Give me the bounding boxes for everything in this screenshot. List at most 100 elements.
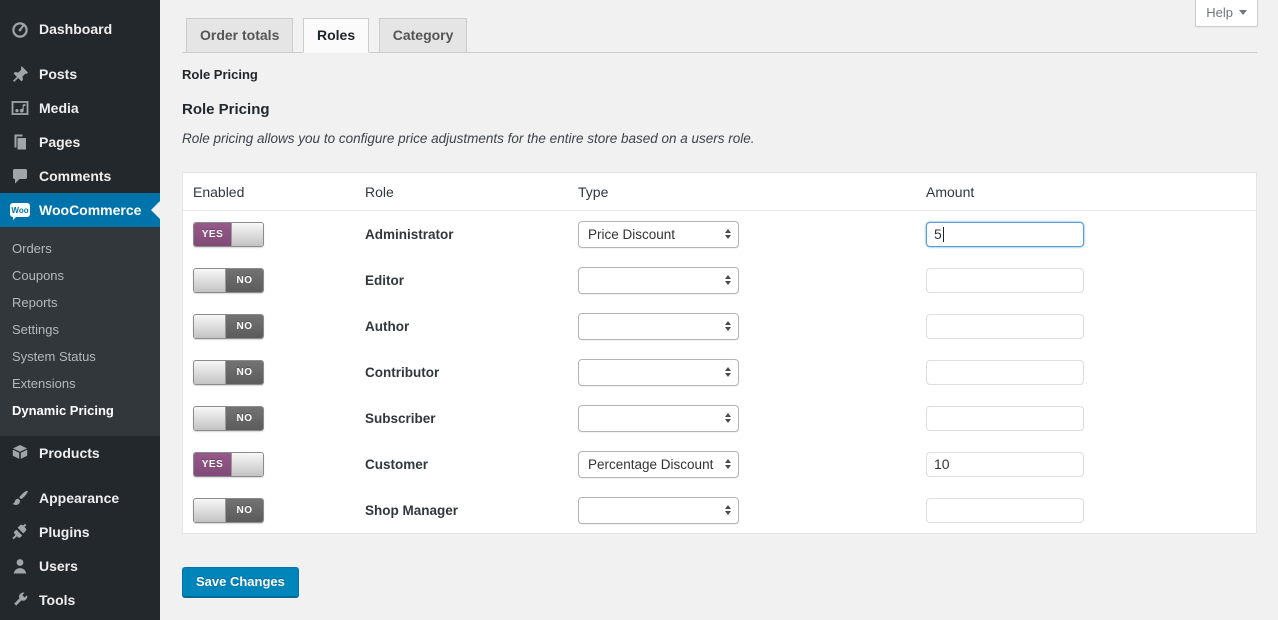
- sidebar-subitem-system-status[interactable]: System Status: [0, 343, 160, 370]
- sidebar-item-label: WooCommerce: [39, 202, 141, 218]
- role-cell: Subscriber: [365, 411, 578, 426]
- pushpin-icon: [10, 64, 30, 84]
- role-cell: Author: [365, 319, 578, 334]
- amount-input[interactable]: [926, 406, 1084, 431]
- amount-input[interactable]: 10: [926, 452, 1084, 477]
- enabled-toggle[interactable]: NO: [193, 406, 264, 431]
- sidebar-item-dashboard[interactable]: Dashboard: [0, 12, 160, 46]
- enabled-cell: NO: [193, 314, 365, 339]
- main-content: Help Order totals Roles Category Role Pr…: [160, 0, 1278, 620]
- amount-cell: 5: [926, 222, 1256, 247]
- amount-value: 5: [934, 226, 942, 242]
- toggle-knob: [194, 361, 226, 384]
- sidebar-item-comments[interactable]: Comments: [0, 159, 160, 193]
- role-cell: Customer: [365, 457, 578, 472]
- sidebar-item-media[interactable]: Media: [0, 91, 160, 125]
- role-name: Administrator: [365, 227, 454, 242]
- sidebar-item-label: Users: [39, 558, 78, 574]
- amount-input[interactable]: [926, 360, 1084, 385]
- type-select[interactable]: [578, 313, 739, 340]
- type-cell: [578, 267, 926, 294]
- user-icon: [10, 556, 30, 576]
- sidebar-subitem-reports[interactable]: Reports: [0, 289, 160, 316]
- sidebar-item-products[interactable]: Products: [0, 436, 160, 470]
- role-name: Customer: [365, 457, 428, 472]
- breadcrumb: Role Pricing: [182, 67, 1257, 82]
- enabled-cell: YES: [193, 222, 365, 247]
- sidebar-item-users[interactable]: Users: [0, 549, 160, 583]
- amount-cell: [926, 314, 1256, 339]
- column-header-role: Role: [365, 184, 578, 200]
- select-stepper-arrows-icon: [725, 364, 731, 380]
- type-select[interactable]: [578, 497, 739, 524]
- amount-cell: 10: [926, 452, 1256, 477]
- sidebar-item-posts[interactable]: Posts: [0, 57, 160, 91]
- tab-roles[interactable]: Roles: [303, 18, 369, 53]
- enabled-toggle[interactable]: NO: [193, 498, 264, 523]
- dashboard-icon: [10, 19, 30, 39]
- enabled-toggle[interactable]: YES: [193, 452, 264, 477]
- toggle-state-label: NO: [226, 269, 263, 292]
- tab-category[interactable]: Category: [379, 18, 468, 53]
- save-changes-button[interactable]: Save Changes: [182, 567, 299, 597]
- settings-tab-bar: Order totals Roles Category: [182, 18, 1257, 53]
- amount-input[interactable]: [926, 314, 1084, 339]
- sidebar-item-label: Pages: [39, 134, 80, 150]
- role-cell: Administrator: [365, 227, 578, 242]
- help-button[interactable]: Help: [1195, 0, 1258, 27]
- enabled-cell: NO: [193, 498, 365, 523]
- amount-input[interactable]: [926, 498, 1084, 523]
- role-name: Editor: [365, 273, 404, 288]
- enabled-cell: NO: [193, 406, 365, 431]
- column-header-type: Type: [578, 184, 926, 200]
- sidebar-subitem-extensions[interactable]: Extensions: [0, 370, 160, 397]
- sidebar-separator: [0, 470, 160, 481]
- table-row: NO Shop Manager: [183, 487, 1256, 533]
- enabled-toggle[interactable]: YES: [193, 222, 264, 247]
- amount-cell: [926, 406, 1256, 431]
- column-header-enabled: Enabled: [193, 184, 365, 200]
- toggle-knob: [194, 315, 226, 338]
- select-stepper-arrows-icon: [725, 318, 731, 334]
- sidebar-item-plugins[interactable]: Plugins: [0, 515, 160, 549]
- sidebar-item-woocommerce[interactable]: Woo WooCommerce: [0, 193, 160, 227]
- type-select[interactable]: [578, 405, 739, 432]
- sidebar-subitem-coupons[interactable]: Coupons: [0, 262, 160, 289]
- table-row: NO Author: [183, 303, 1256, 349]
- enabled-cell: NO: [193, 268, 365, 293]
- sidebar-subitem-dynamic-pricing[interactable]: Dynamic Pricing: [0, 397, 160, 424]
- type-select[interactable]: Price Discount: [578, 221, 739, 248]
- role-name: Contributor: [365, 365, 439, 380]
- type-select[interactable]: Percentage Discount: [578, 451, 739, 478]
- sidebar-item-appearance[interactable]: Appearance: [0, 481, 160, 515]
- table-row: YES Customer Percentage Discount 10: [183, 441, 1256, 487]
- toggle-knob: [194, 499, 226, 522]
- type-select[interactable]: [578, 359, 739, 386]
- type-cell: [578, 405, 926, 432]
- select-stepper-arrows-icon: [725, 272, 731, 288]
- role-cell: Shop Manager: [365, 503, 578, 518]
- products-box-icon: [10, 443, 30, 463]
- enabled-toggle[interactable]: NO: [193, 268, 264, 293]
- type-select[interactable]: [578, 267, 739, 294]
- sidebar-subitem-settings[interactable]: Settings: [0, 316, 160, 343]
- sidebar-item-label: Posts: [39, 66, 77, 82]
- amount-value: 10: [934, 456, 950, 472]
- amount-input[interactable]: 5: [926, 222, 1084, 247]
- table-row: YES Administrator Price Discount 5: [183, 211, 1256, 257]
- amount-input[interactable]: [926, 268, 1084, 293]
- enabled-toggle[interactable]: NO: [193, 314, 264, 339]
- amount-cell: [926, 360, 1256, 385]
- sidebar-item-label: Tools: [39, 592, 75, 608]
- tab-order-totals[interactable]: Order totals: [186, 18, 293, 53]
- sidebar-item-tools[interactable]: Tools: [0, 583, 160, 617]
- sidebar-item-label: Comments: [39, 168, 111, 184]
- table-row: NO Editor: [183, 257, 1256, 303]
- woocommerce-submenu: Orders Coupons Reports Settings System S…: [0, 227, 160, 436]
- role-cell: Editor: [365, 273, 578, 288]
- enabled-toggle[interactable]: NO: [193, 360, 264, 385]
- sidebar-item-pages[interactable]: Pages: [0, 125, 160, 159]
- sidebar-subitem-orders[interactable]: Orders: [0, 235, 160, 262]
- toggle-knob: [231, 453, 263, 476]
- amount-cell: [926, 498, 1256, 523]
